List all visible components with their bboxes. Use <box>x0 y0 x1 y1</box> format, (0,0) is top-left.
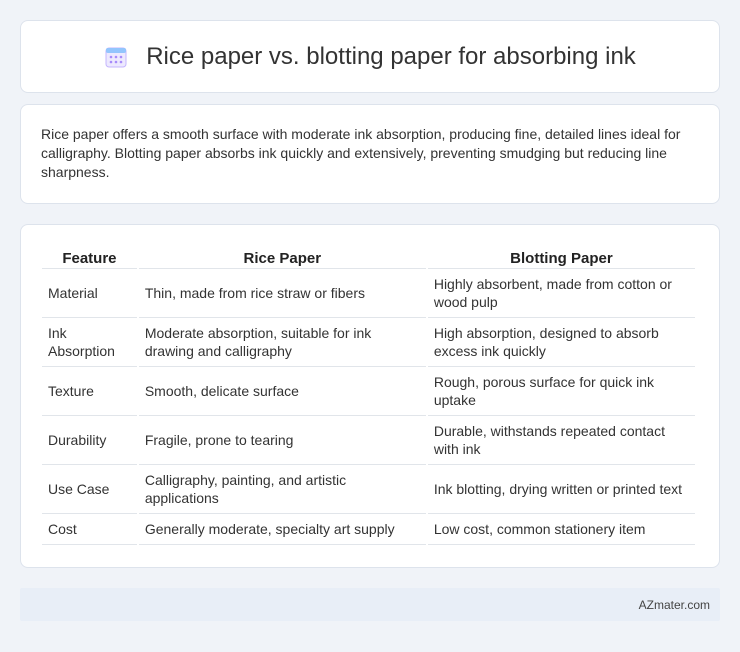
table-cell: Ink Absorption <box>42 318 137 367</box>
table-cell: Ink blotting, drying written or printed … <box>427 465 695 514</box>
table-cell: Highly absorbent, made from cotton or wo… <box>427 269 695 318</box>
table-cell: Smooth, delicate surface <box>138 367 426 416</box>
title-card: Rice paper vs. blotting paper for absorb… <box>20 20 720 93</box>
table-cell: Thin, made from rice straw or fibers <box>138 269 426 318</box>
table-row: Use Case Calligraphy, painting, and arti… <box>42 465 695 514</box>
table-cell: Texture <box>42 367 137 416</box>
table-row: Durability Fragile, prone to tearing Dur… <box>42 416 695 465</box>
table-row: Cost Generally moderate, specialty art s… <box>42 514 695 545</box>
column-header-rice-paper: Rice Paper <box>138 245 426 269</box>
table-cell: Low cost, common stationery item <box>427 514 695 545</box>
table-cell: Durable, withstands repeated contact wit… <box>427 416 695 465</box>
table-cell: Fragile, prone to tearing <box>138 416 426 465</box>
table-header-row: Feature Rice Paper Blotting Paper <box>42 245 695 269</box>
table-cell: Use Case <box>42 465 137 514</box>
comparison-table-card: Feature Rice Paper Blotting Paper Materi… <box>20 224 720 568</box>
table-cell: Moderate absorption, suitable for ink dr… <box>138 318 426 367</box>
table-row: Texture Smooth, delicate surface Rough, … <box>42 367 695 416</box>
table-row: Ink Absorption Moderate absorption, suit… <box>42 318 695 367</box>
table-cell: Material <box>42 269 137 318</box>
column-header-blotting-paper: Blotting Paper <box>427 245 695 269</box>
column-header-feature: Feature <box>42 245 137 269</box>
table-cell: Cost <box>42 514 137 545</box>
footer: AZmater.com <box>20 588 720 621</box>
table-cell: High absorption, designed to absorb exce… <box>427 318 695 367</box>
intro-text: Rice paper offers a smooth surface with … <box>41 126 681 180</box>
intro-card: Rice paper offers a smooth surface with … <box>20 104 720 204</box>
table-cell: Durability <box>42 416 137 465</box>
page-title: Rice paper vs. blotting paper for absorb… <box>146 42 636 70</box>
calendar-icon <box>105 47 127 67</box>
table-row: Material Thin, made from rice straw or f… <box>42 269 695 318</box>
table-cell: Calligraphy, painting, and artistic appl… <box>138 465 426 514</box>
table-cell: Rough, porous surface for quick ink upta… <box>427 367 695 416</box>
comparison-table: Feature Rice Paper Blotting Paper Materi… <box>40 245 697 545</box>
footer-brand[interactable]: AZmater.com <box>639 598 710 612</box>
table-cell: Generally moderate, specialty art supply <box>138 514 426 545</box>
